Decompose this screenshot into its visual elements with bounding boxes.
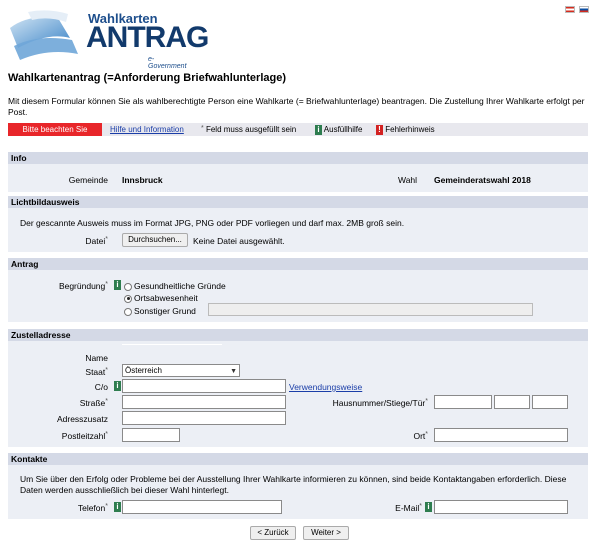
usage-link[interactable]: Verwendungsweise bbox=[289, 382, 362, 392]
country-label-text: Staat bbox=[85, 367, 106, 377]
reason-label: Begründung* bbox=[40, 281, 108, 291]
required-mark-icon: * bbox=[425, 431, 428, 438]
logo: Wahlkarten ANTRAG e-Government bbox=[8, 8, 209, 70]
slovenia-flag-icon[interactable] bbox=[579, 6, 589, 13]
fill-help-legend-label: Ausfüllhilfe bbox=[323, 125, 363, 135]
house-number-input[interactable] bbox=[434, 395, 492, 409]
error-legend: ! Fehlerhinweis bbox=[376, 125, 435, 135]
language-switcher bbox=[565, 6, 589, 13]
no-file-text: Keine Datei ausgewählt. bbox=[193, 236, 285, 246]
radio-checked-icon[interactable] bbox=[124, 294, 132, 303]
phone-label: Telefon* bbox=[40, 503, 108, 513]
browse-button[interactable]: Durchsuchen... bbox=[122, 233, 188, 247]
wahl-value: Gemeinderatswahl 2018 bbox=[434, 175, 531, 185]
help-link[interactable]: Hilfe und Information bbox=[110, 125, 184, 134]
section-application-heading: Antrag bbox=[8, 258, 588, 270]
radio-icon[interactable] bbox=[124, 307, 132, 316]
reason-option-absence[interactable]: Ortsabwesenheit bbox=[124, 293, 198, 303]
next-button[interactable]: Weiter > bbox=[303, 526, 349, 540]
address-extra-label: Adresszusatz bbox=[56, 414, 108, 424]
phone-info-icon[interactable]: i bbox=[114, 502, 121, 512]
radio-icon[interactable] bbox=[124, 282, 132, 291]
street-label-text: Straße bbox=[79, 398, 106, 408]
co-input[interactable] bbox=[122, 379, 286, 393]
intro-text: Mit diesem Formular können Sie als wahlb… bbox=[8, 96, 585, 117]
reason-option-other[interactable]: Sonstiger Grund bbox=[124, 306, 196, 316]
required-mark-icon: * bbox=[419, 503, 422, 510]
city-input[interactable] bbox=[434, 428, 568, 442]
reason-option-health[interactable]: Gesundheitliche Gründe bbox=[124, 281, 226, 291]
other-reason-input[interactable] bbox=[208, 303, 533, 316]
required-mark-icon: * bbox=[105, 281, 108, 288]
address-extra-input[interactable] bbox=[122, 411, 286, 425]
country-select-value: Österreich bbox=[125, 366, 162, 375]
austria-flag-icon[interactable] bbox=[565, 6, 575, 13]
logo-line2: ANTRAG bbox=[86, 21, 209, 54]
photo-description: Der gescannte Ausweis muss im Format JPG… bbox=[20, 218, 405, 228]
required-legend-label: Feld muss ausgefüllt sein bbox=[205, 125, 297, 134]
section-contacts-heading: Kontakte bbox=[8, 453, 588, 465]
zip-label-text: Postleitzahl bbox=[61, 431, 106, 441]
required-mark-icon: * bbox=[105, 367, 108, 374]
required-mark-icon: * bbox=[425, 398, 428, 405]
staircase-input[interactable] bbox=[494, 395, 530, 409]
email-info-icon[interactable]: i bbox=[425, 502, 432, 512]
required-legend: * Feld muss ausgefüllt sein bbox=[201, 125, 296, 134]
city-label-text: Ort bbox=[413, 431, 426, 441]
required-mark-icon: * bbox=[201, 125, 204, 132]
housenumber-label: Hausnummer/Stiege/Tür* bbox=[290, 398, 428, 408]
section-delivery-heading: Zustelladresse bbox=[8, 329, 588, 341]
email-label-text: E-Mail bbox=[395, 503, 420, 513]
reason-option-other-label: Sonstiger Grund bbox=[134, 306, 196, 316]
notice-button[interactable]: Bitte beachten Sie bbox=[8, 123, 102, 136]
gemeinde-value: Innsbruck bbox=[122, 175, 163, 185]
wahl-label: Wahl bbox=[398, 175, 418, 185]
reason-label-text: Begründung bbox=[58, 281, 106, 291]
page-title: Wahlkartenantrag (=Anforderung Briefwahl… bbox=[8, 72, 286, 84]
chevron-down-icon: ▼ bbox=[230, 368, 237, 375]
phone-input[interactable] bbox=[122, 500, 282, 514]
housenumber-label-text: Hausnummer/Stiege/Tür bbox=[332, 398, 426, 408]
country-select[interactable]: Österreich ▼ bbox=[122, 364, 240, 377]
section-info-heading: Info bbox=[8, 152, 588, 164]
zip-label: Postleitzahl* bbox=[40, 431, 108, 441]
file-label-text: Datei bbox=[85, 236, 106, 246]
section-photo-heading: Lichtbildausweis bbox=[8, 196, 588, 208]
name-label: Name bbox=[85, 353, 108, 363]
fill-help-legend: i Ausfüllhilfe bbox=[315, 125, 362, 135]
phone-label-text: Telefon bbox=[77, 503, 106, 513]
country-label: Staat* bbox=[40, 367, 108, 377]
required-mark-icon: * bbox=[105, 398, 108, 405]
info-icon: i bbox=[315, 125, 322, 135]
error-icon: ! bbox=[376, 125, 383, 135]
required-mark-icon: * bbox=[105, 431, 108, 438]
back-button[interactable]: < Zurück bbox=[250, 526, 296, 540]
gemeinde-label: Gemeinde bbox=[68, 175, 108, 185]
email-label: E-Mail* bbox=[360, 503, 422, 513]
email-input[interactable] bbox=[434, 500, 568, 514]
co-label: C/o bbox=[94, 382, 108, 392]
error-legend-label: Fehlerhinweis bbox=[385, 125, 435, 135]
street-label: Straße* bbox=[40, 398, 108, 408]
street-input[interactable] bbox=[122, 395, 286, 409]
name-divider bbox=[122, 344, 222, 345]
zip-input[interactable] bbox=[122, 428, 180, 442]
reason-info-icon[interactable]: i bbox=[114, 280, 121, 290]
file-label: Datei* bbox=[40, 236, 108, 246]
logo-line3: e-Government bbox=[148, 56, 187, 70]
co-info-icon[interactable]: i bbox=[114, 381, 121, 391]
contacts-description: Um Sie über den Erfolg oder Probleme bei… bbox=[20, 474, 567, 495]
required-mark-icon: * bbox=[105, 236, 108, 243]
door-input[interactable] bbox=[532, 395, 568, 409]
city-label: Ort* bbox=[360, 431, 428, 441]
required-mark-icon: * bbox=[105, 503, 108, 510]
reason-option-health-label: Gesundheitliche Gründe bbox=[134, 281, 226, 291]
reason-option-absence-label: Ortsabwesenheit bbox=[134, 293, 198, 303]
